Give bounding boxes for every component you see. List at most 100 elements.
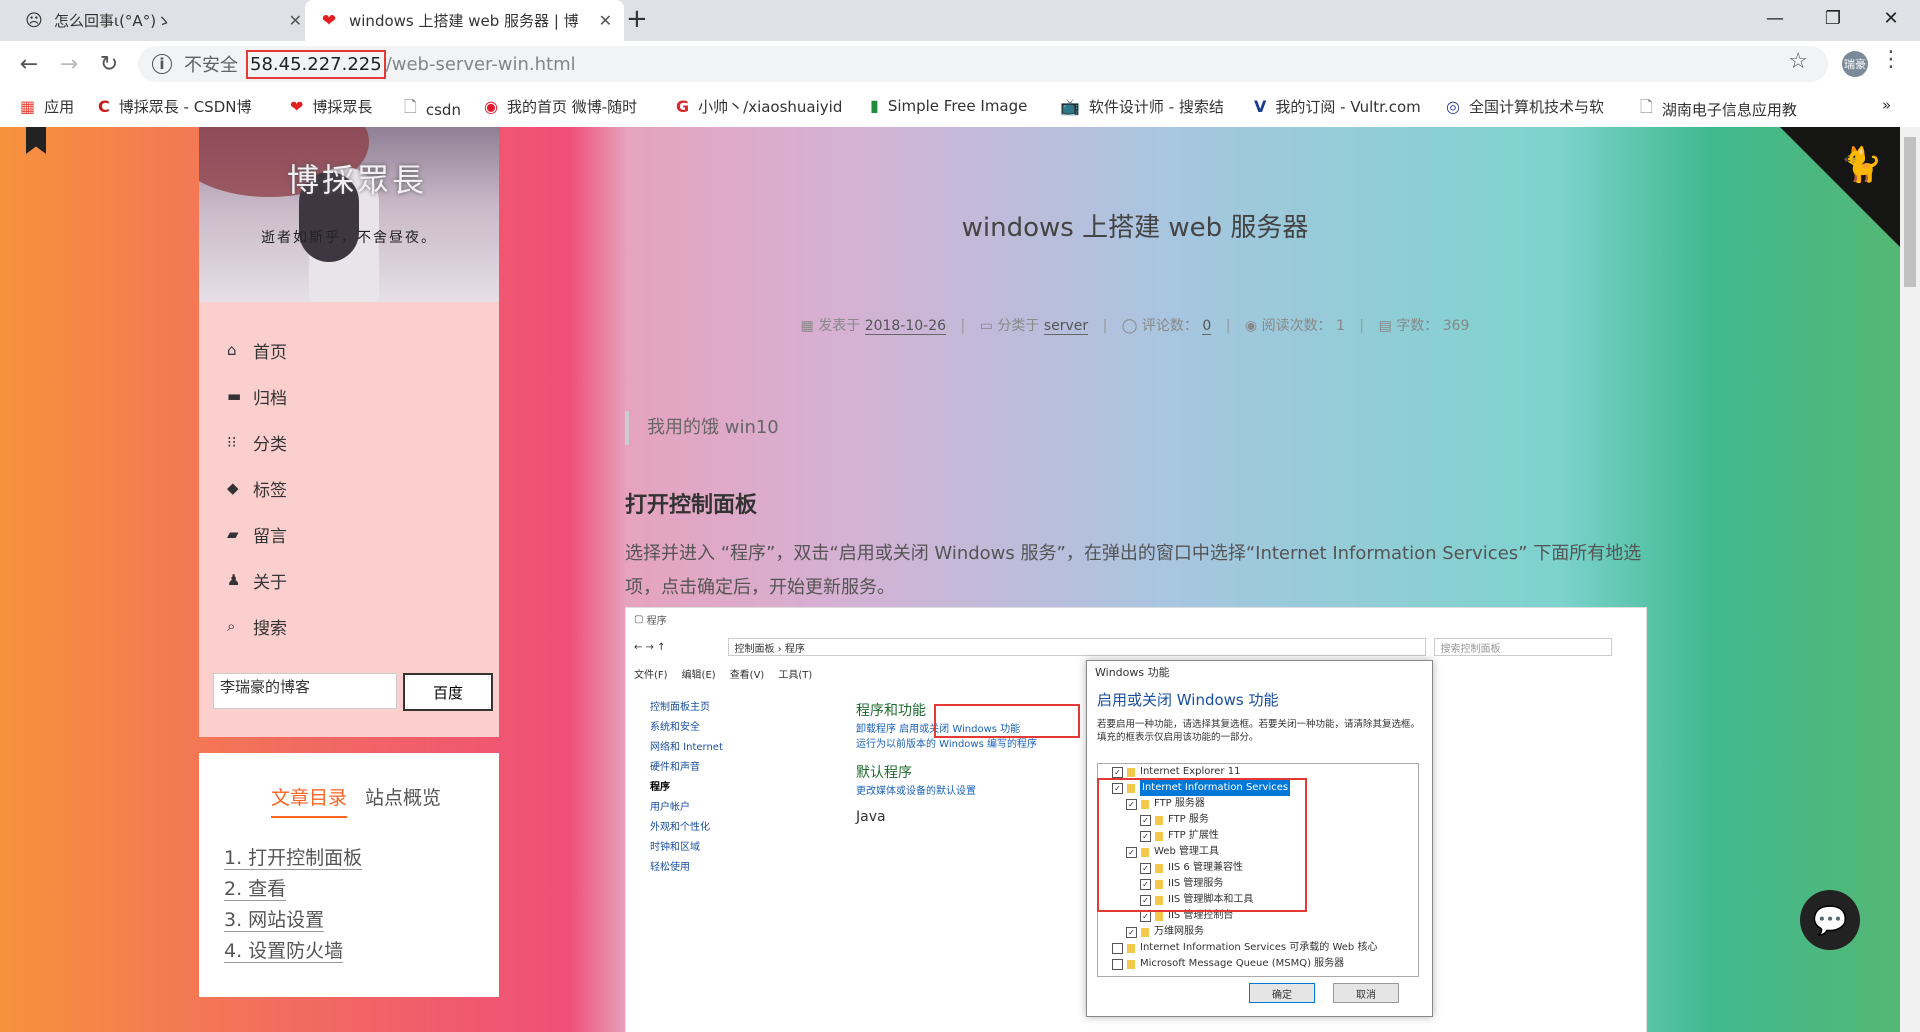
minimize-button[interactable]: — (1746, 0, 1804, 36)
menu-item-categories[interactable]: ⁝⁝ 分类 (227, 419, 287, 465)
close-window-button[interactable]: ✕ (1862, 0, 1920, 36)
toc-panel: 文章目录 站点概览 1. 打开控制面板 2. 查看 3. 网站设置 4. 设置防… (199, 753, 499, 997)
screenshot-titlebar: ▢ 程序 (634, 613, 667, 627)
address-bar[interactable]: i 不安全 58.45.227.225 /web-server-win.html (138, 46, 1828, 82)
bookmarks-bar: ▦ 应用 C 博採眾長 - CSDN博 ❤ 博採眾長 🗋 csdn ◉ 我的首页 微博-随… (0, 88, 1920, 128)
profile-avatar[interactable]: 瑞豪 (1842, 51, 1868, 77)
menu-item-home[interactable]: ⌂ 首页 (227, 327, 287, 373)
grid-icon: ⁝⁝ (227, 433, 237, 451)
page-icon: 🗋 (404, 97, 417, 116)
page-scrollbar[interactable] (1900, 127, 1920, 1032)
home-icon: ⌂ (227, 341, 237, 359)
dialog-description: 若要启用一种功能，请选择其复选框。若要关闭一种功能，请清除其复选框。填充的框表示… (1097, 719, 1421, 743)
bookmark-item[interactable]: G 小帅丶/xiaoshuaiyid (676, 96, 842, 117)
menu-item-archive[interactable]: ▬ 归档 (227, 373, 287, 419)
bookmark-item[interactable]: 📺 软件设计师 - 搜索结 (1060, 96, 1224, 117)
folder-icon: ▢ (634, 613, 644, 625)
csdn-icon: C (98, 97, 110, 116)
menu-item-about[interactable]: ♟ 关于 (227, 557, 287, 603)
highlight-box (934, 704, 1080, 738)
screenshot-menubar: 文件(F) 编辑(E) 查看(V) 工具(T) (634, 670, 813, 681)
menu-icon[interactable]: ⋮ (1880, 47, 1902, 72)
search-input[interactable]: 李瑞豪的博客 (213, 673, 397, 709)
reload-button[interactable]: ↻ (94, 49, 124, 79)
screenshot-search: 搜索控制面板 (1433, 638, 1612, 656)
maximize-button[interactable]: ❐ (1804, 0, 1862, 36)
toc-item[interactable]: 1. 打开控制面板 (224, 843, 363, 874)
tab-toc[interactable]: 文章目录 (271, 783, 348, 818)
globe-icon: ◎ (1446, 97, 1460, 116)
bookmark-item[interactable]: 🗋 湖南电子信息应用教 (1640, 96, 1797, 123)
bookmark-item[interactable]: 🗋 csdn (404, 96, 461, 123)
word-count: 369 (1442, 318, 1470, 334)
bookmark-item[interactable]: ◉ 我的首页 微博-随时 (484, 96, 637, 117)
article-screenshot: ▢ 程序 ← → ↑ 控制面板 › 程序 搜索控制面板 文件(F) 编辑(E) … (625, 607, 1647, 1032)
bookmark-item[interactable]: V 我的订阅 - Vultr.com (1254, 96, 1421, 117)
toc-item[interactable]: 2. 查看 (224, 874, 362, 905)
tab-overview[interactable]: 站点概览 (365, 783, 441, 818)
post-title: windows 上搭建 web 服务器 (961, 213, 1309, 243)
menu-item-tags[interactable]: ◆ 标签 (227, 465, 287, 511)
toc-item[interactable]: 4. 设置防火墙 (224, 936, 362, 967)
tab-strip: ☹ 怎么回事ι(°A°)ゝ ✕ ❤ windows 上搭建 web 服务器 | … (0, 0, 1920, 41)
toc-item[interactable]: 3. 网站设置 (224, 905, 362, 936)
user-icon: ♟ (227, 571, 241, 589)
bookmark-item[interactable]: ▦ 应用 (20, 96, 74, 117)
page-body: 🐈 博採眾長 逝者如斯乎，不舍昼夜。 ⌂ 首页 ▬ 归档 ⁝⁝ 分类 ◆ 标签 ▰ 留言 … (0, 127, 1900, 1032)
chat-icon[interactable]: 💬 (1800, 890, 1860, 950)
bars-icon: ▮ (870, 96, 879, 115)
tab-title: 怎么回事ι(°A°)ゝ (54, 12, 172, 30)
baidu-button[interactable]: 百度 (403, 673, 493, 711)
screenshot-left-nav: 控制面板主页 系统和安全 网络和 Internet 硬件和声音 程序 用户帐户 … (650, 702, 723, 873)
tree-row: Microsoft Message Queue (MSMQ) 服务器 (1098, 956, 1418, 972)
folder-icon: ▭ (979, 318, 998, 334)
archive-icon: ▬ (227, 387, 242, 405)
bookmark-item[interactable]: C 博採眾長 - CSDN博 (98, 96, 251, 117)
tab-title: windows 上搭建 web 服务器 | 博 (349, 12, 579, 30)
new-tab-button[interactable]: + (626, 4, 648, 34)
info-icon[interactable]: i (152, 54, 172, 74)
bookmark-star-icon[interactable]: ☆ (1788, 49, 1808, 74)
view-count: 1 (1336, 318, 1345, 334)
close-tab-icon[interactable]: ✕ (599, 11, 612, 30)
menu-item-search[interactable]: ⌕ 搜索 (227, 603, 287, 649)
post-date[interactable]: 2018-10-26 (864, 318, 947, 335)
tree-row: Internet Information Services 可承载的 Web 核… (1098, 940, 1418, 956)
back-button[interactable]: ← (14, 49, 44, 79)
close-tab-icon[interactable]: ✕ (289, 11, 302, 30)
dialog-cancel-button: 取消 (1333, 983, 1399, 1003)
site-banner: 博採眾長 逝者如斯乎，不舍昼夜。 (199, 127, 499, 302)
bookmark-ribbon-icon[interactable] (26, 127, 46, 154)
comment-count[interactable]: 0 (1202, 318, 1212, 335)
bookmark-item[interactable]: ▮ Simple Free Image (870, 96, 1027, 115)
browser-tab-active[interactable]: ❤ windows 上搭建 web 服务器 | 博 ✕ (305, 0, 624, 41)
url-host: 58.45.227.225 (246, 49, 386, 79)
site-menu: ⌂ 首页 ▬ 归档 ⁝⁝ 分类 ◆ 标签 ▰ 留言 ♟ 关于 ⌕ 搜索 (227, 327, 287, 649)
sidebar: 博採眾長 逝者如斯乎，不舍昼夜。 ⌂ 首页 ▬ 归档 ⁝⁝ 分类 ◆ 标签 ▰ 留言 ♟ 关… (199, 127, 499, 737)
post-paragraph: 选择并进入 “程序”，双击“启用或关闭 Windows 服务”，在弹出的窗口中选… (625, 543, 1642, 598)
dialog-ok-button: 确定 (1249, 983, 1315, 1003)
post-meta: ▦ 发表于 2018-10-26 | ▭ 分类于 server | ◯ 评论数：… (800, 318, 1470, 335)
face-icon: ☹ (25, 10, 43, 31)
section-heading: 打开控制面板 (625, 493, 758, 518)
more-bookmarks-icon[interactable]: » (1882, 96, 1891, 114)
bookmark-item[interactable]: ◎ 全国计算机技术与软 (1446, 96, 1604, 117)
file-icon: ▤ (1378, 318, 1397, 334)
forward-button[interactable]: → (54, 49, 84, 79)
menu-item-guestbook[interactable]: ▰ 留言 (227, 511, 287, 557)
browser-tab[interactable]: ☹ 怎么回事ι(°A°)ゝ ✕ (10, 0, 314, 41)
screenshot-breadcrumb: 控制面板 › 程序 (727, 638, 1426, 656)
octocat-icon[interactable]: 🐈 (1840, 145, 1882, 185)
heart-icon: ❤ (290, 97, 304, 116)
screenshot-address: ← → ↑ 控制面板 › 程序 搜索控制面板 (634, 638, 1634, 656)
v-icon: V (1254, 97, 1267, 116)
heart-icon: ❤ (321, 10, 337, 31)
search-icon: ⌕ (227, 617, 236, 635)
post-category[interactable]: server (1043, 318, 1089, 335)
apps-icon: ▦ (20, 97, 36, 116)
baidu-search: 李瑞豪的博客 百度 (213, 673, 493, 711)
bookmark-item[interactable]: ❤ 博採眾長 (290, 96, 372, 117)
dialog-title: Windows 功能 (1095, 666, 1170, 679)
site-title[interactable]: 博採眾長 (287, 155, 427, 201)
toc-list: 1. 打开控制面板 2. 查看 3. 网站设置 4. 设置防火墙 (224, 843, 363, 967)
